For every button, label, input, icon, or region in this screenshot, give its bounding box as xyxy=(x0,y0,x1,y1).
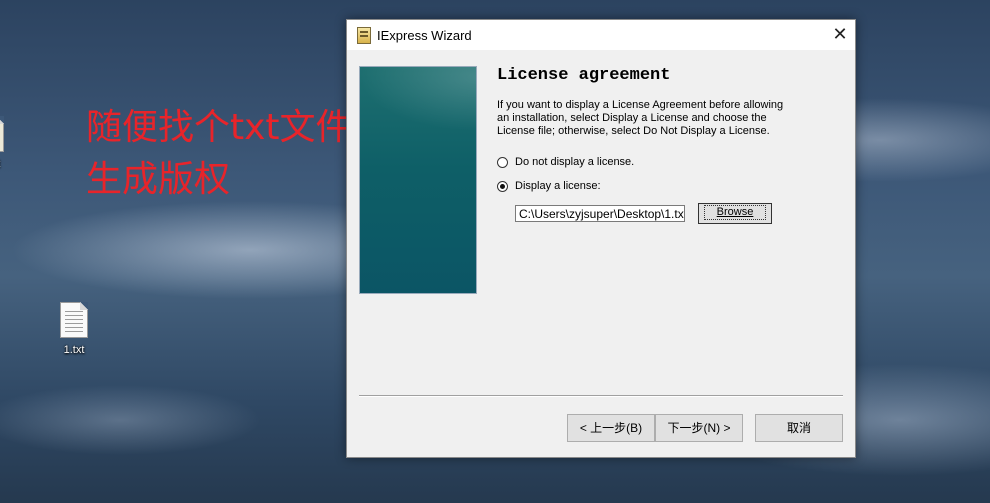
radio-button-checked[interactable] xyxy=(497,180,508,192)
radio-button-unchecked[interactable] xyxy=(497,156,508,168)
license-file-path-input[interactable]: C:\Users\zyjsuper\Desktop\1.txt xyxy=(515,205,685,222)
browse-button-label: Browse xyxy=(703,205,767,220)
radio-do-not-display-license[interactable]: Do not display a license. xyxy=(497,154,634,170)
next-button[interactable]: 下一步(N) > xyxy=(655,414,743,442)
back-button-label: < 上一步(B) xyxy=(579,421,643,435)
iexpress-app-icon xyxy=(357,27,371,44)
radio-label-display-license: Display a license: xyxy=(515,180,601,192)
page-description: If you want to display a License Agreeme… xyxy=(497,99,784,137)
text-file-icon xyxy=(60,302,88,338)
browse-button[interactable]: Browse xyxy=(698,203,772,224)
close-button[interactable]: ✕ xyxy=(825,20,855,50)
annotation-text: 随便找个txt文件， 生成版权 xyxy=(86,102,388,206)
cancel-button-label: 取消 xyxy=(786,421,811,435)
desktop-file-icon-1txt[interactable]: 1.txt xyxy=(44,302,104,356)
file-icon xyxy=(0,116,4,152)
iexpress-wizard-dialog: IExpress Wizard ✕ License agreement If y… xyxy=(346,19,856,458)
close-icon: ✕ xyxy=(832,24,848,45)
radio-display-license[interactable]: Display a license: xyxy=(497,178,601,194)
cancel-button[interactable]: 取消 xyxy=(755,414,843,442)
wizard-side-image xyxy=(359,66,477,294)
footer-separator xyxy=(359,395,843,397)
next-button-label: 下一步(N) > xyxy=(667,421,731,435)
window-title: IExpress Wizard xyxy=(377,28,472,43)
back-button[interactable]: < 上一步(B) xyxy=(567,414,655,442)
radio-label-do-not-display: Do not display a license. xyxy=(515,156,635,168)
desktop-partial-icon[interactable]: st xyxy=(0,116,20,170)
annotation-line-1: 随便找个txt文件， xyxy=(86,107,388,148)
desktop-file-label: 1.txt xyxy=(63,344,85,356)
title-bar[interactable]: IExpress Wizard ✕ xyxy=(347,20,855,50)
annotation-line-2: 生成版权 xyxy=(86,159,231,200)
page-heading: License agreement xyxy=(497,66,671,85)
